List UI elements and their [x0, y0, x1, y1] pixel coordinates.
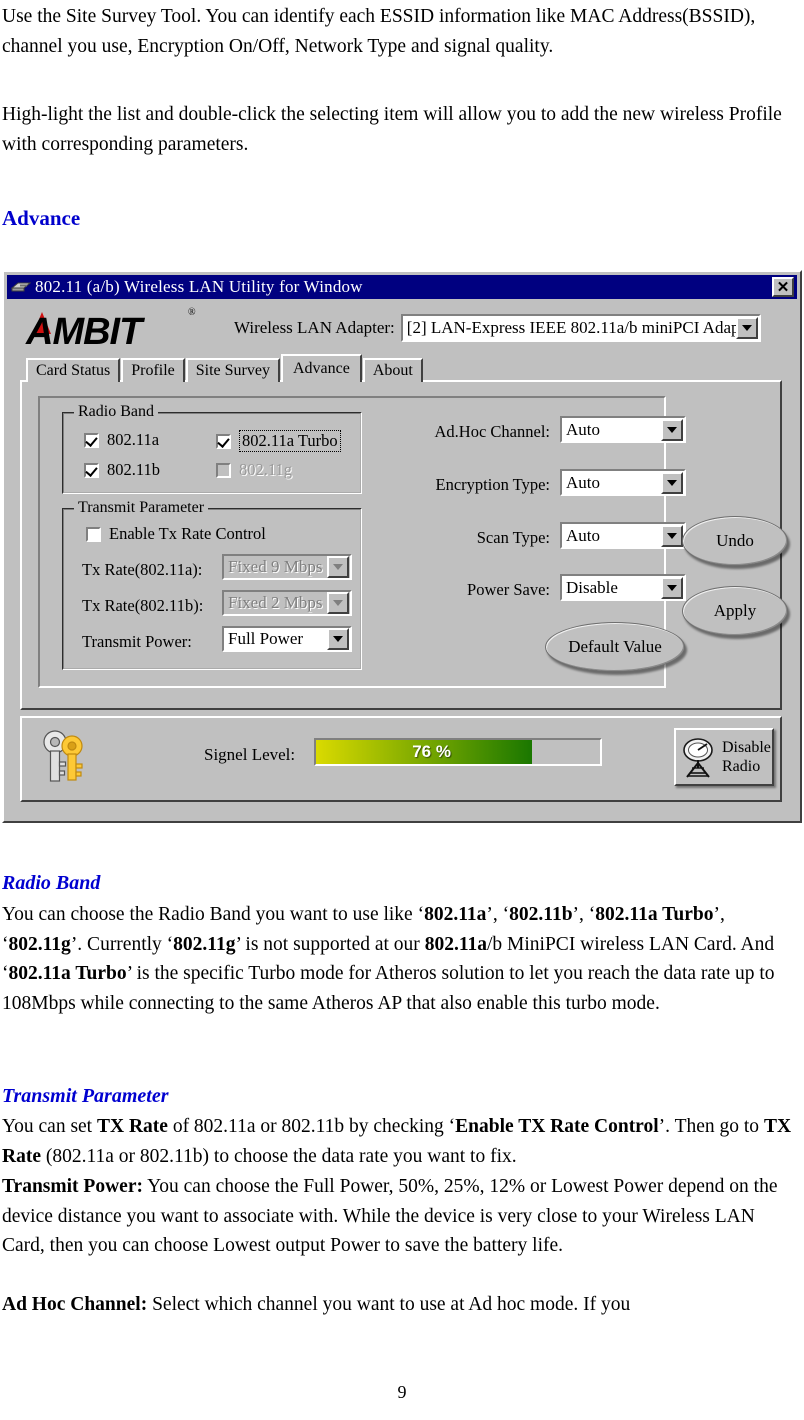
radio-band-group: Radio Band 802.11a 802.11a Turbo 802.11b… [62, 403, 362, 494]
paragraph-intro-2: High-light the list and double-click the… [2, 104, 782, 155]
checkbox-802-11b[interactable]: 802.11b [84, 460, 160, 480]
ad-hoc-channel-value: Auto [566, 419, 600, 439]
paragraph-intro-1: Use the Site Survey Tool. You can identi… [2, 6, 756, 57]
checkbox-802-11a[interactable]: 802.11a [84, 430, 159, 450]
undo-button[interactable]: Undo [682, 516, 788, 566]
transmit-parameter-group: Transmit Parameter Enable Tx Rate Contro… [62, 499, 362, 670]
chevron-down-icon [327, 592, 349, 614]
logo-registered-mark: ® [188, 307, 196, 318]
ambit-logo: AMBIT ® [26, 305, 226, 353]
disable-radio-line-1: Disable [722, 739, 771, 756]
tab-bar: Card Status Profile Site Survey Advance … [26, 354, 424, 382]
tx-rate-b-label: Tx Rate(802.11b): [82, 596, 204, 615]
apply-button-label: Apply [713, 601, 757, 620]
checkbox-label: 802.11b [107, 460, 161, 479]
transmit-power-value: Full Power [228, 629, 304, 648]
ad-hoc-channel-select[interactable]: Auto [560, 416, 686, 443]
adapter-select[interactable]: [2] LAN-Express IEEE 802.11a/b miniPCI A… [400, 314, 761, 342]
tx-rate-a-select: Fixed 9 Mbps [222, 554, 352, 580]
checkbox-label: 802.11a Turbo [239, 430, 341, 452]
tx-rate-a-label: Tx Rate(802.11a): [82, 560, 203, 579]
disable-radio-label: Disable Radio [722, 738, 771, 776]
paragraph-ad-hoc-channel: Ad Hoc Channel: Select which channel you… [2, 1294, 631, 1315]
transmit-power-label: Transmit Power: [82, 632, 192, 651]
ad-hoc-channel-label: Ad.Hoc Channel: [434, 422, 550, 441]
paragraph-radio-band: You can choose the Radio Band you want t… [2, 904, 775, 1014]
paragraph-transmit-parameter: You can set TX Rate of 802.11a or 802.11… [2, 1116, 792, 1167]
power-save-label: Power Save: [467, 580, 550, 599]
checkbox-icon[interactable] [84, 462, 99, 478]
checkbox-802-11g: 802.11g [216, 460, 292, 480]
signal-level-label: Signel Level: [204, 745, 296, 764]
chevron-down-icon[interactable] [661, 418, 683, 441]
wireless-lan-utility-window: 802.11 (a/b) Wireless LAN Utility for Wi… [2, 270, 802, 823]
app-icon [10, 279, 32, 295]
transmit-power-select[interactable]: Full Power [222, 626, 352, 652]
tab-site-survey[interactable]: Site Survey [185, 358, 280, 382]
encryption-type-label: Encryption Type: [435, 475, 550, 494]
apply-button[interactable]: Apply [682, 586, 788, 636]
adapter-label: Wireless LAN Adapter: [234, 318, 395, 337]
tab-advance[interactable]: Advance [280, 354, 362, 382]
default-value-button-label: Default Value [568, 637, 662, 656]
window-title: 802.11 (a/b) Wireless LAN Utility for Wi… [35, 277, 363, 296]
tx-rate-b-select: Fixed 2 Mbps [222, 590, 352, 616]
radio-band-group-label: Radio Band [74, 403, 158, 421]
tab-about[interactable]: About [362, 358, 423, 382]
scan-type-label: Scan Type: [476, 528, 550, 547]
tx-rate-a-value: Fixed 9 Mbps [228, 557, 323, 576]
scan-type-value: Auto [566, 525, 600, 545]
adapter-select-value: [2] LAN-Express IEEE 802.11a/b miniPCI A… [406, 318, 736, 337]
signal-level-value: 76 % [412, 742, 451, 761]
close-icon[interactable]: ✕ [772, 277, 794, 297]
disable-radio-button[interactable]: Disable Radio [674, 728, 774, 786]
checkbox-label: 802.11g [239, 460, 293, 479]
chevron-down-icon[interactable] [661, 576, 683, 599]
checkbox-icon[interactable] [84, 432, 99, 448]
tab-profile[interactable]: Profile [121, 358, 185, 382]
encryption-type-select[interactable]: Auto [560, 469, 686, 496]
disable-radio-line-2: Radio [722, 758, 761, 775]
checkbox-icon[interactable] [86, 526, 101, 542]
checkbox-enable-tx-rate-control[interactable]: Enable Tx Rate Control [86, 524, 266, 544]
checkbox-label: Enable Tx Rate Control [109, 524, 266, 543]
tab-label: Advance [292, 359, 350, 377]
tx-rate-b-value: Fixed 2 Mbps [228, 593, 323, 612]
power-save-value: Disable [566, 577, 618, 597]
tab-label: Card Status [36, 361, 111, 379]
keys-icon [36, 726, 94, 790]
chevron-down-icon[interactable] [735, 317, 758, 339]
tab-label: Profile [131, 361, 175, 379]
checkbox-icon [216, 462, 231, 478]
scan-type-select[interactable]: Auto [560, 522, 686, 549]
power-save-select[interactable]: Disable [560, 574, 686, 601]
logo-wordmark: AMBIT [26, 311, 142, 353]
tab-card-status[interactable]: Card Status [26, 358, 121, 382]
chevron-down-icon[interactable] [327, 628, 349, 650]
tab-label: Site Survey [195, 361, 270, 379]
checkbox-label: 802.11a [107, 430, 160, 449]
advance-tab-panel: Radio Band 802.11a 802.11a Turbo 802.11b… [20, 380, 788, 710]
tab-label: About [372, 361, 413, 379]
encryption-type-value: Auto [566, 472, 600, 492]
subheading-radio-band: Radio Band [2, 872, 101, 894]
antenna-icon [679, 735, 719, 779]
status-bar: Signel Level: 76 % Disable Radio [20, 716, 782, 802]
page-number: 9 [397, 1382, 407, 1402]
chevron-down-icon[interactable] [661, 524, 683, 547]
undo-button-label: Undo [716, 531, 754, 550]
chevron-down-icon [327, 556, 349, 578]
default-value-button[interactable]: Default Value [545, 622, 685, 672]
window-titlebar: 802.11 (a/b) Wireless LAN Utility for Wi… [7, 275, 797, 299]
paragraph-transmit-power: Transmit Power: You can choose the Full … [2, 1176, 778, 1256]
window-header: AMBIT ® Wireless LAN Adapter: [2] LAN-Ex… [8, 304, 796, 353]
signal-level-progress: 76 % [314, 738, 602, 766]
checkbox-802-11a-turbo[interactable]: 802.11a Turbo [216, 430, 341, 452]
chevron-down-icon[interactable] [661, 471, 683, 494]
settings-container: Radio Band 802.11a 802.11a Turbo 802.11b… [38, 396, 686, 688]
section-heading-advance: Advance [2, 206, 81, 230]
subheading-transmit-parameter: Transmit Parameter [2, 1085, 169, 1107]
checkbox-icon[interactable] [216, 433, 231, 449]
transmit-parameter-group-label: Transmit Parameter [74, 499, 209, 517]
